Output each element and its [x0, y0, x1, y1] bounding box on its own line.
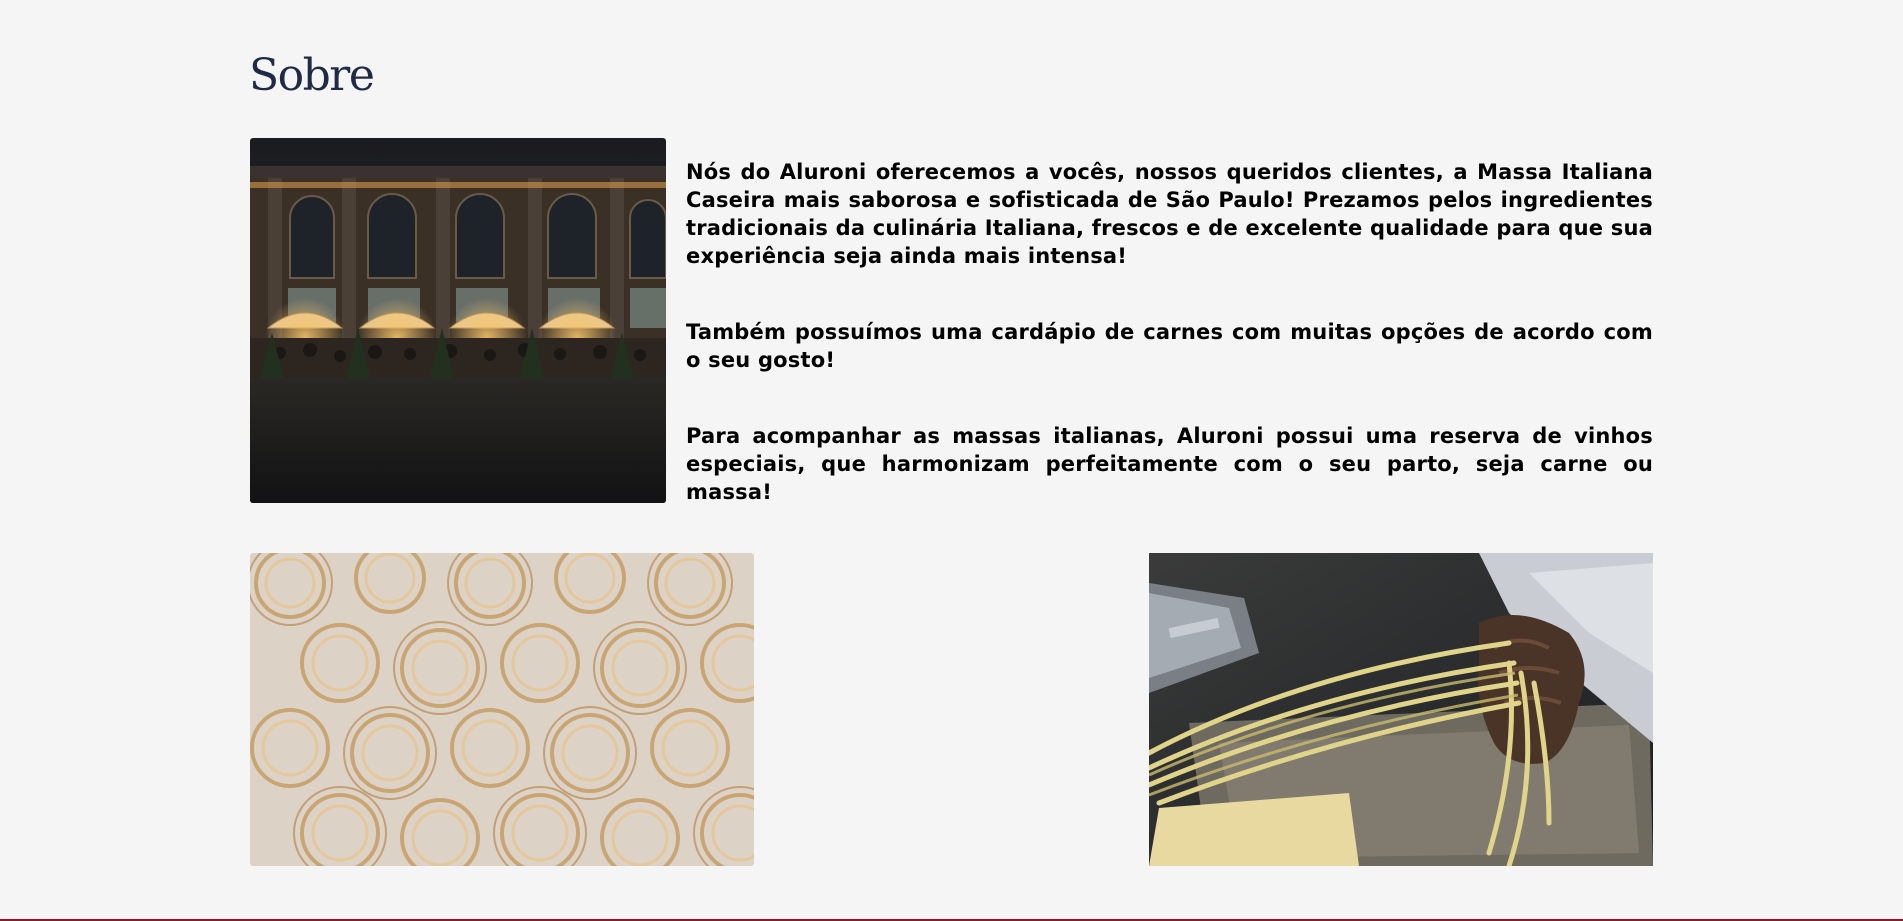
about-page: Sobre Nós do Aluroni oferecemos a vocês,… [0, 0, 1903, 921]
restaurant-terrace-photo [250, 138, 666, 503]
pasta-nests-photo [250, 553, 754, 866]
about-paragraph-wines: Para acompanhar as massas italianas, Alu… [686, 424, 1653, 504]
about-text: Nós do Aluroni oferecemos a vocês, nosso… [686, 158, 1653, 554]
section-title: Sobre [249, 50, 375, 101]
fresh-pasta-hands-photo [1149, 553, 1653, 866]
about-paragraph-meats: Também possuímos uma cardápio de carnes … [686, 320, 1653, 372]
about-paragraph-intro: Nós do Aluroni oferecemos a vocês, nosso… [686, 160, 1653, 268]
